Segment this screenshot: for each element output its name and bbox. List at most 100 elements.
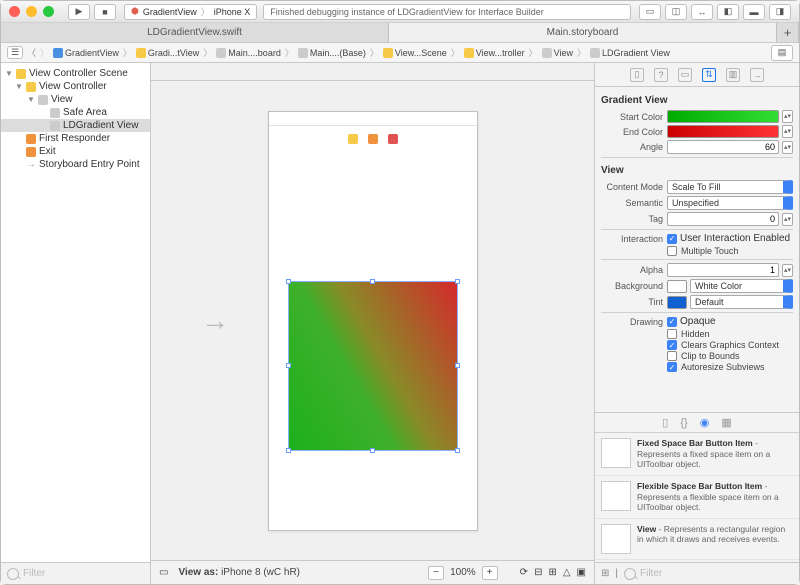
- inspector-tabs: ▯ ? ▭ ⇅ ▥ →: [595, 63, 799, 87]
- tree-view-controller[interactable]: ▼View Controller: [1, 80, 150, 93]
- back-button[interactable]: 〈: [27, 46, 36, 59]
- jump-controller[interactable]: View...troller: [464, 48, 525, 58]
- tag-field[interactable]: [667, 212, 779, 226]
- jump-bar: ☰ 〈 〉 GradientView 〉 Gradi...tView 〉 Mai…: [1, 43, 799, 63]
- outline-filter-bar: Filter: [1, 562, 150, 584]
- jump-project[interactable]: GradientView: [53, 48, 119, 58]
- zoom-in-button[interactable]: +: [482, 566, 498, 580]
- alpha-step[interactable]: ▴▾: [782, 264, 793, 277]
- jump-leaf[interactable]: LDGradient View: [590, 48, 670, 58]
- tint-color-well[interactable]: [667, 296, 687, 309]
- jump-file[interactable]: Main....board: [216, 48, 281, 58]
- inspector-panel: ▯ ? ▭ ⇅ ▥ → Gradient View Start Color▴▾ …: [594, 63, 799, 584]
- filter-input[interactable]: Filter: [23, 568, 45, 579]
- lib-tab-code[interactable]: {}: [680, 417, 687, 429]
- tag-step[interactable]: ▴▾: [782, 213, 793, 226]
- multiple-touch-checkbox[interactable]: [667, 246, 677, 256]
- library-grid-icon[interactable]: ⊞: [601, 568, 609, 579]
- zoom-out-button[interactable]: −: [428, 566, 444, 580]
- constraints-pin-icon[interactable]: ⊞: [548, 567, 556, 578]
- lib-tab-media[interactable]: ▦: [721, 416, 731, 429]
- library-item-fixed-space[interactable]: Fixed Space Bar Button Item - Represents…: [595, 433, 799, 476]
- run-button[interactable]: ▶: [68, 4, 90, 20]
- tree-gradient-view[interactable]: LDGradient View: [1, 119, 150, 132]
- start-color-step[interactable]: ▴▾: [782, 110, 793, 123]
- angle-step[interactable]: ▴▾: [782, 141, 793, 154]
- tree-safe-area[interactable]: Safe Area: [1, 106, 150, 119]
- canvas-viewport[interactable]: →: [151, 81, 594, 560]
- stop-button[interactable]: ■: [94, 4, 116, 20]
- end-color-well[interactable]: [667, 125, 779, 138]
- library-item-flexible-space[interactable]: Flexible Space Bar Button Item - Represe…: [595, 476, 799, 519]
- size-inspector-tab[interactable]: ▥: [726, 68, 740, 82]
- start-color-well[interactable]: [667, 110, 779, 123]
- alpha-field[interactable]: [667, 263, 779, 277]
- clip-bounds-checkbox[interactable]: [667, 351, 677, 361]
- activity-status: Finished debugging instance of LDGradien…: [263, 4, 631, 20]
- library-filter-input[interactable]: Filter: [640, 568, 662, 579]
- identity-inspector-tab[interactable]: ▭: [678, 68, 692, 82]
- scheme-selector[interactable]: ⬢ GradientView 〉 iPhone X: [124, 4, 257, 20]
- scene-dock-responder-icon[interactable]: [368, 134, 378, 144]
- zoom-value[interactable]: 100%: [450, 567, 476, 578]
- editor-mode-version[interactable]: ↔: [691, 4, 713, 20]
- tint-popup[interactable]: Default: [690, 295, 793, 309]
- jump-scene[interactable]: View...Scene: [383, 48, 447, 58]
- file-inspector-tab[interactable]: ▯: [630, 68, 644, 82]
- related-items-icon[interactable]: ☰: [7, 46, 23, 59]
- constraints-align-icon[interactable]: ⊟: [534, 567, 542, 578]
- constraints-embed-icon[interactable]: ▣: [577, 567, 586, 578]
- tree-first-responder[interactable]: First Responder: [1, 132, 150, 145]
- tab-storyboard[interactable]: Main.storyboard: [389, 23, 777, 42]
- lib-tab-files[interactable]: ▯: [662, 416, 668, 429]
- toggle-debug[interactable]: ▬: [743, 4, 765, 20]
- toggle-navigator[interactable]: ◧: [717, 4, 739, 20]
- zoom-button[interactable]: [43, 6, 54, 17]
- end-color-step[interactable]: ▴▾: [782, 125, 793, 138]
- new-tab-button[interactable]: +: [777, 23, 799, 42]
- background-popup[interactable]: White Color: [690, 279, 793, 293]
- tree-entry-point[interactable]: →Storyboard Entry Point: [1, 158, 150, 171]
- semantic-popup[interactable]: Unspecified: [667, 196, 793, 210]
- jump-folder[interactable]: Gradi...tView: [136, 48, 199, 58]
- background-color-well[interactable]: [667, 280, 687, 293]
- lib-tab-objects[interactable]: ◉: [700, 416, 710, 429]
- editor-mode-standard[interactable]: ▭: [639, 4, 661, 20]
- scene-dock-vc-icon[interactable]: [348, 134, 358, 144]
- document-outline-toggle[interactable]: ▤: [771, 45, 793, 61]
- editor-mode-assistant[interactable]: ◫: [665, 4, 687, 20]
- toggle-inspector[interactable]: ◨: [769, 4, 791, 20]
- library-item-view[interactable]: View - Represents a rectangular region i…: [595, 519, 799, 560]
- gradient-view-selected[interactable]: [289, 282, 457, 450]
- constraints-resolve-icon[interactable]: △: [563, 567, 571, 578]
- tab-swift-file[interactable]: LDGradientView.swift: [1, 23, 389, 42]
- forward-button[interactable]: 〉: [40, 46, 49, 59]
- hidden-checkbox[interactable]: [667, 329, 677, 339]
- scene-dock-exit-icon[interactable]: [388, 134, 398, 144]
- autoresize-checkbox[interactable]: ✓: [667, 362, 677, 372]
- tree-view[interactable]: ▼View: [1, 93, 150, 106]
- tree-exit[interactable]: Exit: [1, 145, 150, 158]
- jump-view[interactable]: View: [542, 48, 573, 58]
- filter-icon: [624, 568, 636, 580]
- device-name: iPhone X: [214, 7, 251, 17]
- angle-field[interactable]: [667, 140, 779, 154]
- document-outline: ▼View Controller Scene ▼View Controller …: [1, 63, 151, 584]
- attributes-inspector-tab[interactable]: ⇅: [702, 68, 716, 82]
- content-mode-popup[interactable]: Scale To Fill: [667, 180, 793, 194]
- object-library: ▯ {} ◉ ▦ Fixed Space Bar Button Item - R…: [595, 412, 799, 562]
- jump-base[interactable]: Main....(Base): [298, 48, 366, 58]
- ib-canvas: → ▭ Vi: [151, 63, 594, 584]
- close-button[interactable]: [9, 6, 20, 17]
- scene-frame[interactable]: [268, 111, 478, 531]
- canvas-bottom-bar: ▭ View as: iPhone 8 (wC hR) − 100% + ⟳ ⊟…: [151, 560, 594, 584]
- user-interaction-checkbox[interactable]: ✓: [667, 234, 677, 244]
- connections-inspector-tab[interactable]: →: [750, 68, 764, 82]
- help-inspector-tab[interactable]: ?: [654, 68, 668, 82]
- opaque-checkbox[interactable]: ✓: [667, 317, 677, 327]
- device-config-icon[interactable]: ▭: [159, 567, 168, 578]
- minimize-button[interactable]: [26, 6, 37, 17]
- tree-scene[interactable]: ▼View Controller Scene: [1, 67, 150, 80]
- constraints-update-icon[interactable]: ⟳: [520, 567, 528, 578]
- clears-context-checkbox[interactable]: ✓: [667, 340, 677, 350]
